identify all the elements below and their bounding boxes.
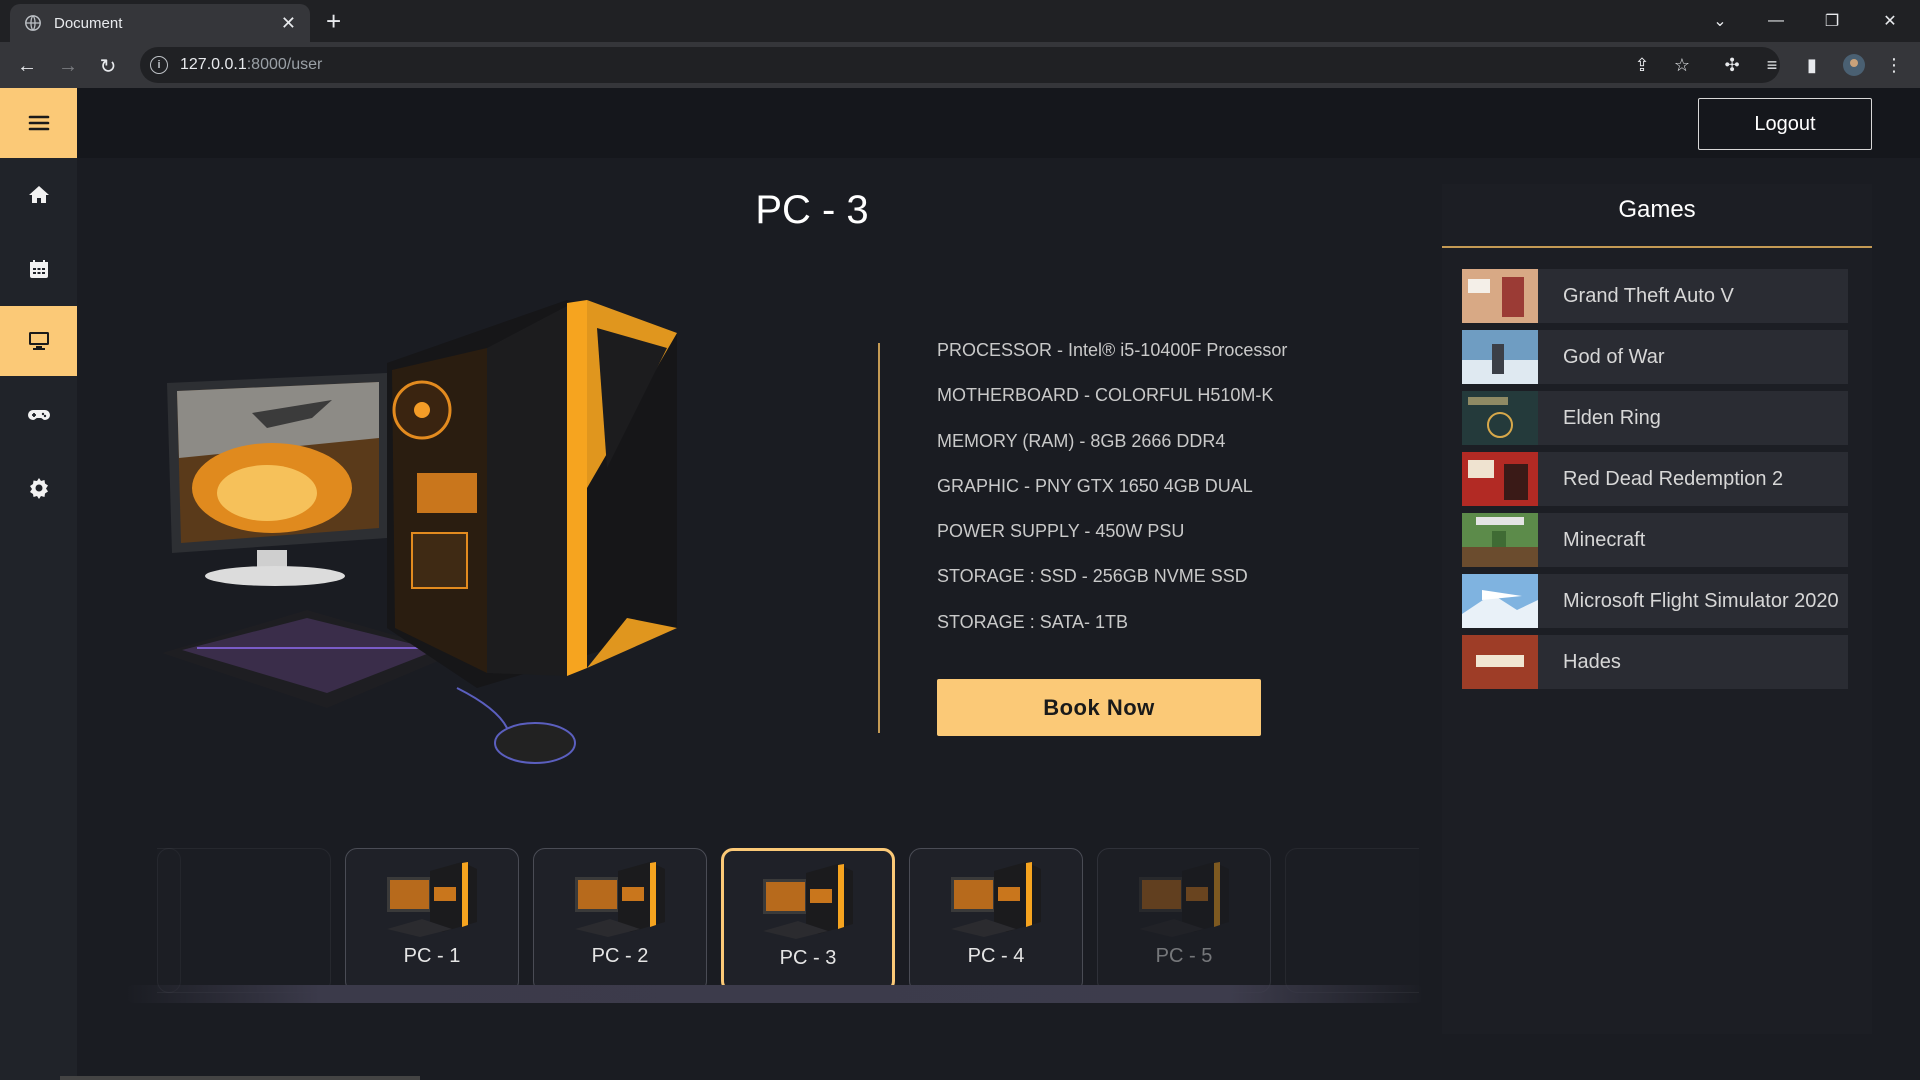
game-item-gta-v[interactable]: Grand Theft Auto V [1462,269,1848,323]
logout-button[interactable]: Logout [1698,98,1872,150]
spec-storage-ssd: STORAGE : SSD - 256GB NVME SSD [937,566,1248,587]
game-name: God of War [1563,345,1665,368]
spec-processor: PROCESSOR - Intel® i5-10400F Processor [937,340,1288,360]
page: Logout PC - 3 PROCESSOR - Intel® i5-1040… [0,88,1920,1080]
new-tab-button[interactable]: + [326,8,341,34]
spec-memory: MEMORY (RAM) - 8GB 2666 DDR4 [937,430,1226,451]
pc-card-3[interactable]: PC - 3 [721,848,895,993]
address-bar[interactable]: i 127.0.0.1 :8000/user [140,47,1780,83]
extensions-icon[interactable]: ✣ [1720,53,1744,77]
game-thumbnail [1462,391,1538,445]
back-icon[interactable]: ← [13,52,41,80]
pc-card-label: PC - 2 [591,945,649,967]
share-icon[interactable]: ⇪ [1630,53,1654,77]
spec-power-supply: POWER SUPPLY - 450W PSU [937,521,1185,542]
settings-icon [29,478,48,499]
minimize-button[interactable]: — [1756,6,1796,36]
forward-icon[interactable]: → [54,52,82,80]
pc-card-label: PC - 5 [1155,945,1213,967]
bookmark-star-icon[interactable]: ☆ [1670,53,1694,77]
game-item-elden-ring[interactable]: Elden Ring [1462,391,1848,445]
game-name: Elden Ring [1563,406,1661,429]
tab-search-icon[interactable]: ⌄ [1700,6,1740,36]
game-item-microsoft-flight-simulator-2020[interactable]: Microsoft Flight Simulator 2020 [1462,574,1848,628]
game-item-god-of-war[interactable]: God of War [1462,330,1848,384]
spec-graphic: GRAPHIC - PNY GTX 1650 4GB DUAL [937,475,1253,496]
sidebar-item-settings[interactable] [0,453,77,523]
games-title-underline [1442,246,1872,248]
game-item-minecraft[interactable]: Minecraft [1462,513,1848,567]
page-horizontal-scrollbar[interactable] [60,1076,420,1080]
game-thumbnail [1462,513,1538,567]
close-window-button[interactable]: ✕ [1870,6,1910,36]
game-name: Red Dead Redemption 2 [1563,467,1784,490]
top-header: Logout [77,88,1920,158]
game-thumbnail [1462,452,1538,506]
close-tab-icon[interactable]: ✕ [281,13,296,34]
game-item-hades[interactable]: Hades [1462,635,1848,689]
sidebar [0,88,77,1080]
main-content: PC - 3 PROCESSOR - Intel® i5-10400F Proc… [77,158,1920,1080]
pc-thumbnail [1139,862,1229,937]
globe-icon [25,15,41,31]
spec-divider [878,343,880,733]
browser-menu-icon[interactable]: ⋮ [1882,53,1906,77]
url-path: :8000/user [246,56,323,73]
side-panel-icon[interactable]: ▮ [1800,53,1824,77]
pc-card-label: PC - 3 [779,947,837,969]
pc-card-1[interactable]: PC - 1 [345,848,519,993]
monitor-icon [28,332,49,350]
pc-card-5[interactable]: PC - 5 [1097,848,1271,993]
pc-thumbnail [575,862,665,937]
sidebar-item-pcs[interactable] [0,306,77,376]
pc-card-4[interactable]: PC - 4 [909,848,1083,993]
pc-thumbnail [387,862,477,937]
media-control-icon[interactable]: ≡ [1760,53,1784,77]
sidebar-item-games[interactable] [0,380,77,450]
game-thumbnail [1462,574,1538,628]
pc-title: PC - 3 [755,188,869,232]
sidebar-item-home[interactable] [0,160,77,230]
pc-card-next[interactable] [1285,848,1419,993]
restore-button[interactable]: ❐ [1812,6,1852,36]
game-item-red-dead-redemption-2[interactable]: Red Dead Redemption 2 [1462,452,1848,506]
calendar-icon [29,260,48,278]
site-info-icon[interactable]: i [150,56,168,74]
browser-tabbar: Document ✕ + ⌄ — ❐ ✕ [0,0,1920,42]
games-title: Games [1618,196,1696,223]
pc-card-placeholder[interactable] [157,848,331,993]
profile-avatar[interactable] [1842,53,1866,77]
tab-title: Document [54,14,123,32]
sidebar-menu-toggle[interactable] [0,88,77,158]
browser-tab[interactable]: Document ✕ [10,4,310,42]
pc-specs: PROCESSOR - Intel® i5-10400F Processor M… [937,328,1397,645]
game-name: Grand Theft Auto V [1563,284,1734,307]
pc-image [162,300,677,764]
games-panel: Games Grand Theft Auto V God of War Elde… [1442,184,1872,1034]
game-thumbnail [1462,269,1538,323]
gamepad-icon [27,410,50,420]
url-host: 127.0.0.1 [180,56,247,73]
spec-storage-sata: STORAGE : SATA- 1TB [937,611,1129,632]
home-icon [28,186,49,203]
sidebar-item-calendar[interactable] [0,234,77,304]
spec-motherboard: MOTHERBOARD - COLORFUL H510M-K [937,385,1274,406]
pc-card-2[interactable]: PC - 2 [533,848,707,993]
pc-thumbnail [951,862,1041,937]
carousel-scrollbar[interactable] [125,985,1425,1003]
reload-icon[interactable]: ↻ [94,52,122,80]
game-thumbnail [1462,330,1538,384]
game-name: Minecraft [1563,528,1646,551]
pc-card-label: PC - 1 [403,945,461,967]
browser-toolbar: ← → ↻ i 127.0.0.1 :8000/user ⇪ ☆ ✣ ≡ ▮ ⋮ [0,42,1920,88]
game-name: Hades [1563,650,1621,673]
game-name: Microsoft Flight Simulator 2020 [1563,589,1839,612]
book-now-button[interactable]: Book Now [937,679,1261,736]
pc-card-label: PC - 4 [967,945,1025,967]
pc-thumbnail [763,864,853,939]
pc-carousel: PC - 1 PC - 2 PC - 3 PC - 4 PC - 5 [157,848,1419,1008]
menu-icon [28,115,49,131]
game-thumbnail [1462,635,1538,689]
